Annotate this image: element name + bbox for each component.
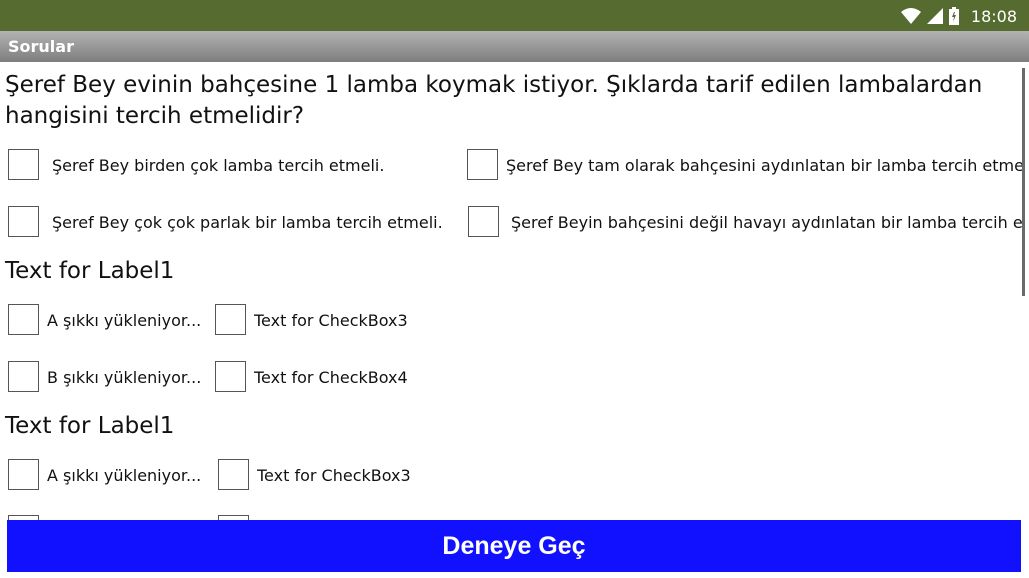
- section-1-row-2-checkbox-a[interactable]: [8, 361, 39, 392]
- option-2-checkbox[interactable]: [467, 149, 498, 180]
- section-1-row-1-label-a: A şıkkı yükleniyor...: [47, 311, 202, 330]
- option-3-label: Şeref Bey çok çok parlak bir lamba terci…: [52, 213, 443, 232]
- signal-icon: [926, 8, 943, 24]
- section-2-row-1-checkbox-b[interactable]: [218, 459, 249, 490]
- status-icons: 18:08: [900, 5, 1017, 27]
- section-1-row-2-checkbox-b[interactable]: [215, 361, 246, 392]
- section-2-row-1-label-a: A şıkkı yükleniyor...: [47, 466, 202, 485]
- section-1-row-2-label-b: Text for CheckBox4: [254, 368, 408, 387]
- section-1-row-1-label-b: Text for CheckBox3: [254, 311, 408, 330]
- option-1-checkbox[interactable]: [8, 149, 39, 180]
- section-2-label: Text for Label1: [5, 413, 175, 439]
- status-bar: 18:08: [0, 0, 1029, 31]
- question-line-1: Şeref Bey evinin bahçesine 1 lamba koyma…: [5, 72, 983, 98]
- option-2-label: Şeref Bey tam olarak bahçesini aydınlata…: [506, 156, 1022, 175]
- option-1-label: Şeref Bey birden çok lamba tercih etmeli…: [52, 156, 385, 175]
- option-4-label: Şeref Beyin bahçesini değil havayı aydın…: [511, 213, 1022, 232]
- section-2-row-1-checkbox-a[interactable]: [8, 459, 39, 490]
- battery-icon: [948, 7, 959, 25]
- section-2-row-1-label-b: Text for CheckBox3: [257, 466, 411, 485]
- title-bar: Sorular: [0, 31, 1029, 62]
- section-1-row-1-checkbox-a[interactable]: [8, 304, 39, 335]
- section-1-row-1-checkbox-b[interactable]: [215, 304, 246, 335]
- option-4-checkbox[interactable]: [468, 206, 499, 237]
- question-text: Şeref Bey evinin bahçesine 1 lamba koyma…: [5, 70, 1027, 132]
- next-button[interactable]: Deneye Geç: [7, 520, 1021, 572]
- wifi-icon: [900, 8, 921, 24]
- section-1-label: Text for Label1: [5, 258, 175, 284]
- section-1-row-2-label-a: B şıkkı yükleniyor...: [47, 368, 202, 387]
- status-time: 18:08: [970, 6, 1017, 26]
- screen-title: Sorular: [8, 37, 74, 56]
- question-line-2: hangisini tercih etmelidir?: [5, 103, 305, 129]
- option-3-checkbox[interactable]: [8, 206, 39, 237]
